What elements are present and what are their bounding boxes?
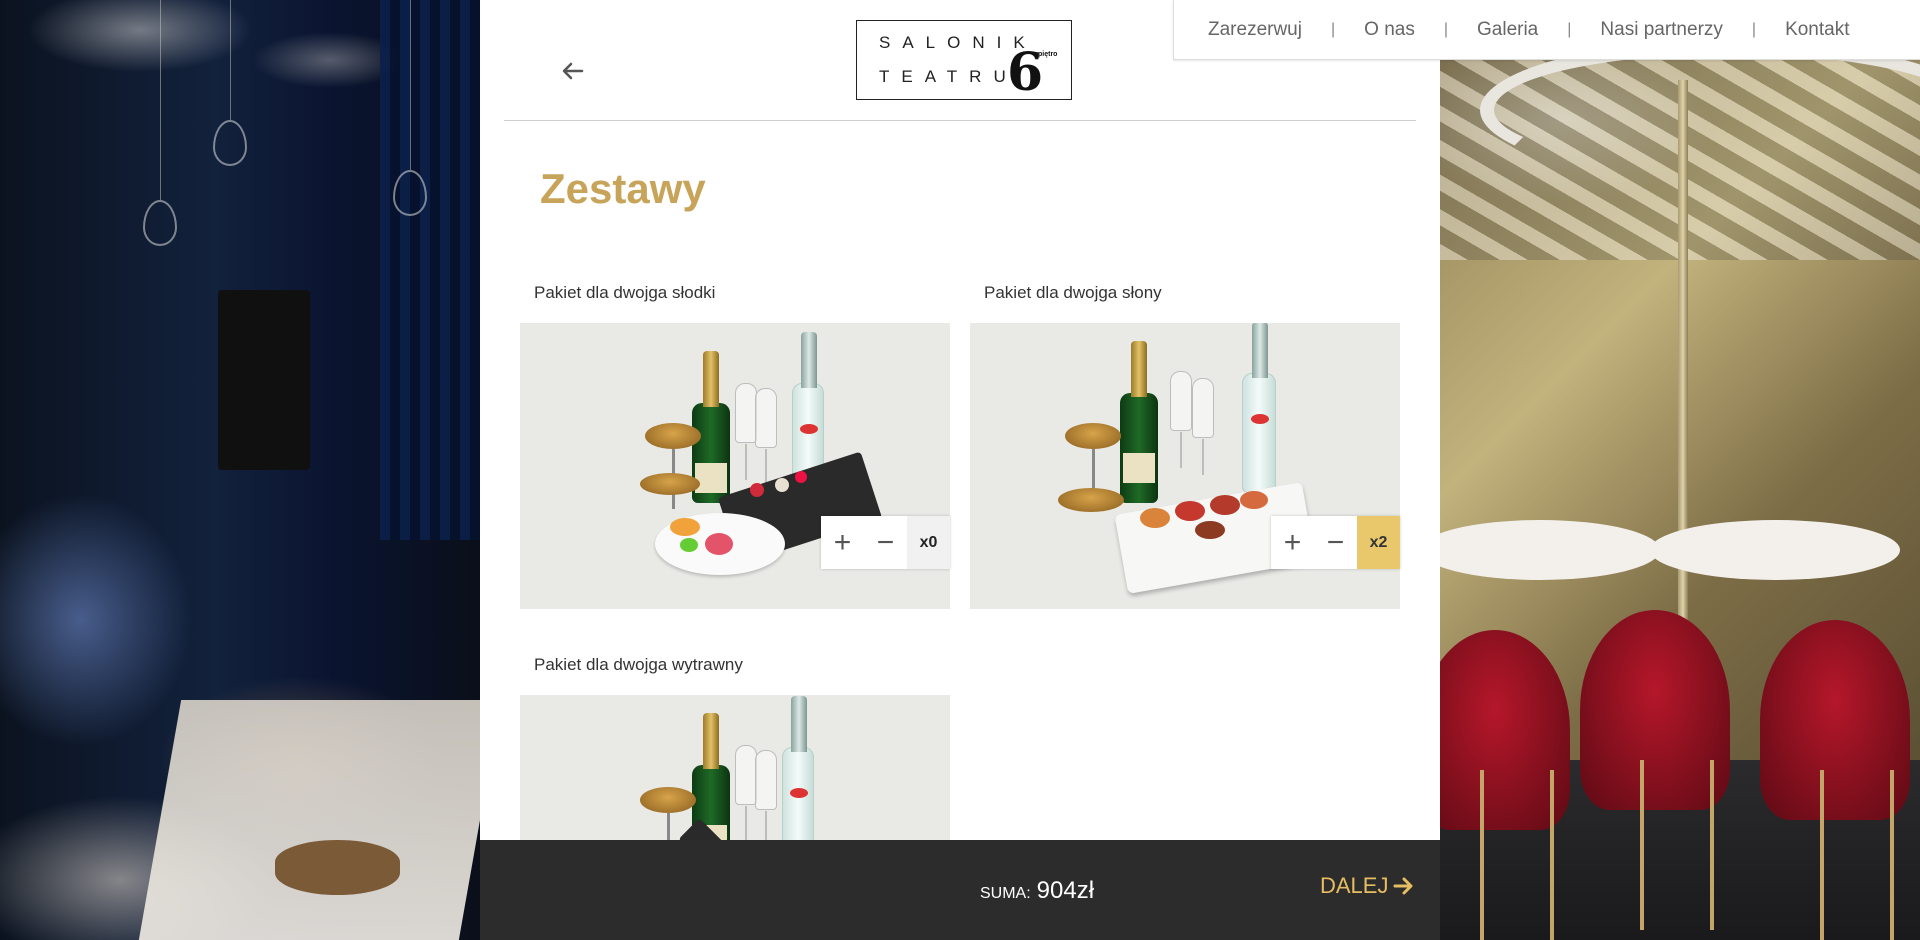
main-panel: SALONIK TEATRU 6 piętro Zestawy Pakiet d… bbox=[480, 0, 1440, 940]
sum-label: SUMA: bbox=[980, 885, 1031, 902]
nav-separator: | bbox=[1567, 20, 1572, 38]
nav-zarezerwuj[interactable]: Zarezerwuj bbox=[1208, 19, 1302, 41]
product-title: Pakiet dla dwojga słodki bbox=[534, 283, 716, 302]
nav-separator: | bbox=[1443, 20, 1448, 38]
background-photo-left bbox=[0, 0, 480, 940]
top-navigation: Zarezerwuj | O nas | Galeria | Nasi part… bbox=[1173, 0, 1920, 60]
cake bbox=[275, 840, 400, 895]
minus-button[interactable]: − bbox=[864, 516, 907, 569]
plus-button[interactable]: + bbox=[821, 516, 864, 569]
next-label: DALEJ bbox=[1320, 873, 1389, 898]
product-title: Pakiet dla dwojga wytrawny bbox=[534, 655, 743, 674]
bar-table bbox=[1440, 520, 1660, 580]
nav-separator: | bbox=[1751, 20, 1757, 38]
chair bbox=[1760, 620, 1910, 820]
nav-galeria[interactable]: Galeria bbox=[1477, 19, 1538, 41]
next-button[interactable]: DALEJ bbox=[1320, 873, 1414, 899]
quantity-count: x2 bbox=[1357, 516, 1400, 569]
minus-button[interactable]: − bbox=[1314, 516, 1357, 569]
curtain bbox=[380, 0, 480, 540]
summary-bar: SUMA: 904zł DALEJ bbox=[480, 840, 1440, 940]
nav-o-nas[interactable]: O nas bbox=[1364, 19, 1415, 41]
plus-button[interactable]: + bbox=[1271, 516, 1314, 569]
speaker bbox=[218, 290, 310, 470]
logo-floor: piętro bbox=[1038, 51, 1058, 58]
product-image bbox=[520, 695, 950, 840]
chair bbox=[1580, 610, 1730, 810]
page-title: Zestawy bbox=[540, 165, 706, 212]
quantity-count: x0 bbox=[907, 516, 950, 569]
background-photo-right bbox=[1440, 0, 1920, 940]
buffet-table bbox=[138, 700, 480, 940]
logo[interactable]: SALONIK TEATRU 6 piętro bbox=[856, 20, 1072, 100]
logo-line2: TEATRU bbox=[879, 67, 1018, 86]
arrow-right-icon bbox=[1393, 877, 1413, 895]
sum-value: 904zł bbox=[1036, 877, 1095, 904]
nav-kontakt[interactable]: Kontakt bbox=[1785, 19, 1849, 41]
quantity-control: + − x0 bbox=[821, 516, 950, 569]
sum: SUMA: 904zł bbox=[980, 877, 1094, 905]
arrow-left-icon[interactable] bbox=[560, 58, 586, 84]
quantity-control: + − x2 bbox=[1271, 516, 1400, 569]
product-title: Pakiet dla dwojga słony bbox=[984, 283, 1162, 302]
nav-separator: | bbox=[1330, 20, 1336, 38]
bar-table bbox=[1650, 520, 1900, 580]
nav-nasi-partnerzy[interactable]: Nasi partnerzy bbox=[1600, 19, 1723, 41]
